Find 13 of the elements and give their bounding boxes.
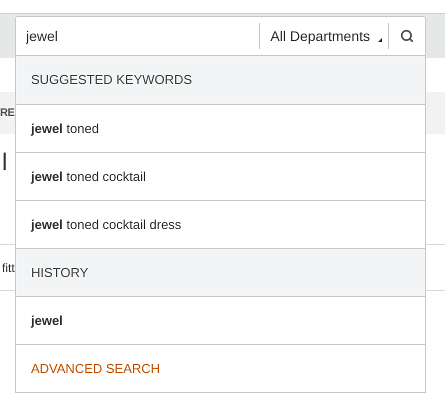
suggestion-item[interactable]: jewel toned (16, 104, 425, 152)
history-item[interactable]: jewel (16, 296, 425, 344)
suggestion-item[interactable]: jewel toned cocktail (16, 152, 425, 200)
advanced-search-link[interactable]: ADVANCED SEARCH (31, 358, 160, 378)
page-heading: l (2, 148, 8, 178)
search-field[interactable]: jewel All Departments (15, 16, 426, 56)
section-header: SUGGESTED KEYWORDS (16, 56, 425, 104)
cell-text: fitt (2, 260, 15, 276)
department-select[interactable]: All Departments (260, 17, 388, 55)
search-icon (400, 29, 414, 43)
caret-icon (378, 38, 382, 42)
section-header: HISTORY (16, 248, 425, 296)
band-text: RE (0, 106, 14, 121)
